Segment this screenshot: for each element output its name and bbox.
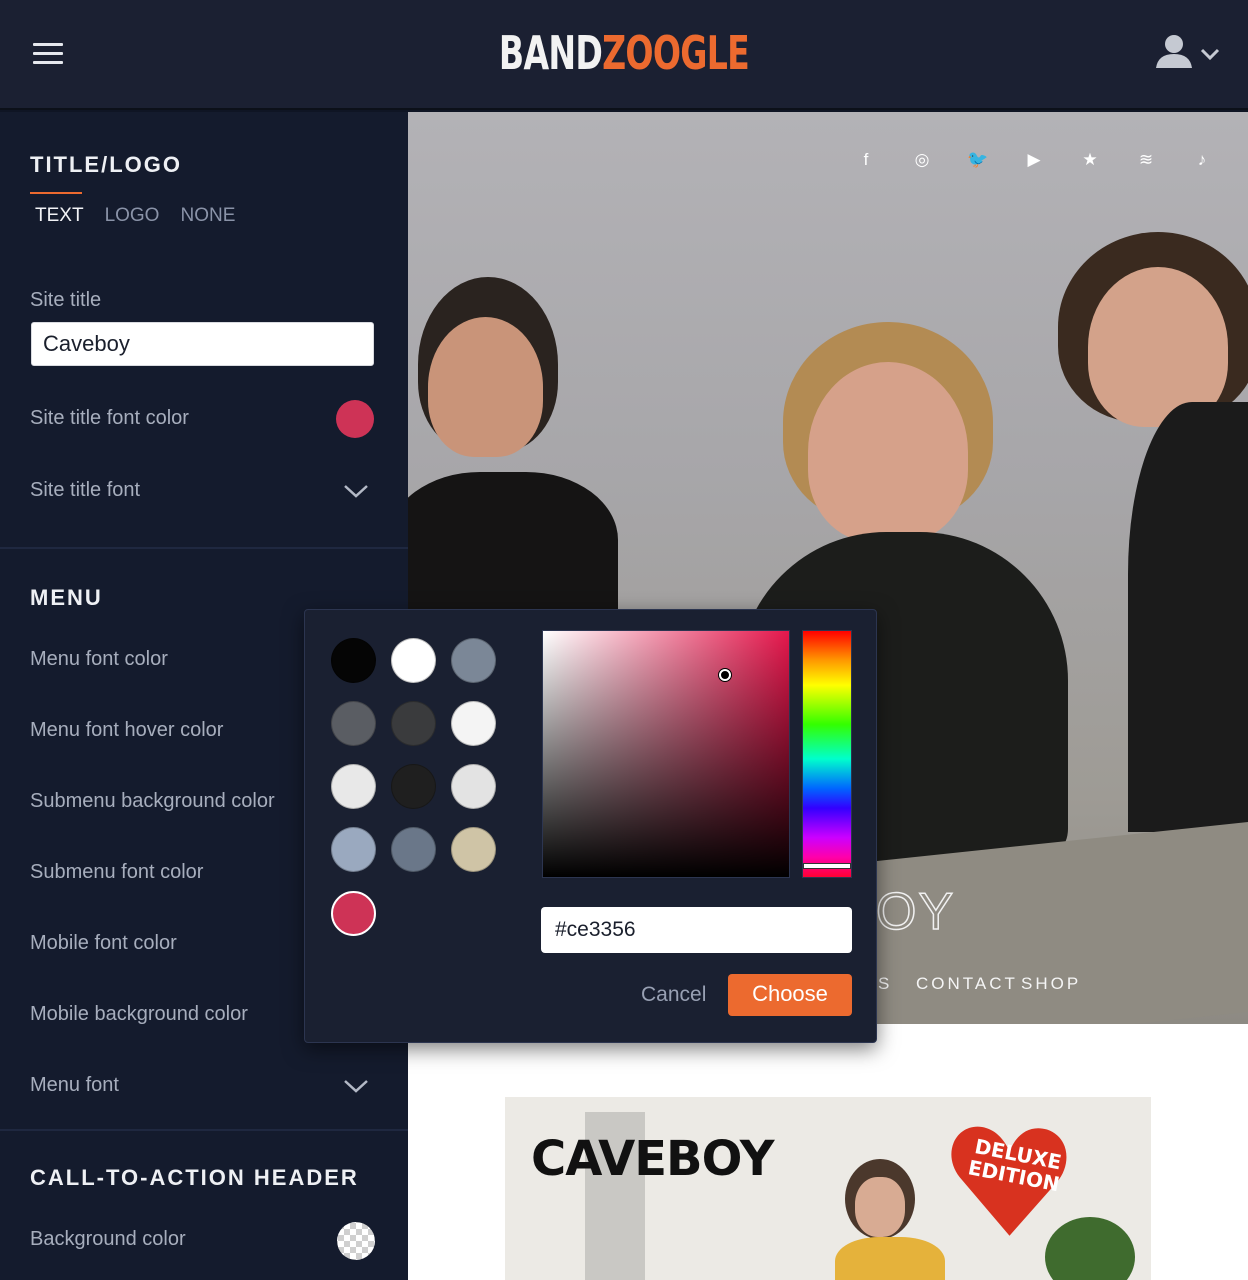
swatch-slate[interactable]: [451, 638, 496, 683]
brand-logo: BANDZOOGLE: [175, 26, 1074, 80]
site-title-font-color-label: Site title font color: [30, 407, 189, 429]
album-title: CAVEBOY: [531, 1131, 774, 1187]
album-cover[interactable]: CAVEBOY DELUXE EDITION: [505, 1097, 1151, 1280]
choose-button[interactable]: Choose: [728, 974, 852, 1016]
social-links: f ◎ 🐦 ▶ ★ ≋ ♪: [838, 150, 1230, 170]
band-member-face: [808, 362, 968, 542]
preview-site-title: OY: [875, 882, 956, 942]
chevron-down-icon: [1200, 48, 1220, 61]
color-picker-popup: #ce3356 Cancel Choose: [304, 609, 877, 1043]
tab-none[interactable]: NONE: [180, 205, 246, 227]
brand-logo-part1: BAND: [498, 26, 603, 80]
music-note-icon[interactable]: ♪: [1174, 150, 1230, 170]
swatch-dark-gray[interactable]: [391, 701, 436, 746]
swatch-gray[interactable]: [331, 701, 376, 746]
brand-logo-part2: ZOOGLE: [602, 26, 750, 80]
chevron-down-icon[interactable]: [343, 1078, 369, 1094]
swatch-light-gray[interactable]: [331, 764, 376, 809]
album-person-face: [855, 1177, 905, 1237]
tab-logo[interactable]: LOGO: [105, 205, 171, 227]
cancel-button[interactable]: Cancel: [641, 983, 706, 1007]
instagram-icon[interactable]: ◎: [894, 150, 950, 170]
title-logo-tabs: TEXT LOGO NONE: [30, 192, 256, 227]
cta-header-heading: CALL-TO-ACTION HEADER: [30, 1165, 359, 1190]
facebook-icon[interactable]: f: [838, 150, 894, 170]
preview-nav-shop[interactable]: SHOP: [1021, 974, 1081, 994]
user-icon: [1156, 35, 1220, 68]
chevron-down-icon[interactable]: [343, 483, 369, 499]
youtube-icon[interactable]: ▶: [1006, 150, 1062, 170]
menu-heading: MENU: [30, 585, 103, 610]
band-member-face: [428, 317, 543, 457]
site-title-font-label: Site title font: [30, 479, 141, 501]
preview-nav-item-partial[interactable]: S: [878, 974, 892, 994]
mobile-font-color-label: Mobile font color: [30, 932, 177, 954]
star-icon[interactable]: ★: [1062, 150, 1118, 170]
site-title-color-swatch[interactable]: [336, 400, 374, 438]
preview-nav-contact[interactable]: CONTACT: [916, 974, 1018, 994]
menu-font-color-label: Menu font color: [30, 648, 168, 670]
menu-font-hover-color-label: Menu font hover color: [30, 719, 224, 741]
swatch-beige[interactable]: [451, 827, 496, 872]
tab-text[interactable]: TEXT: [30, 192, 95, 227]
swatch-selected-crimson[interactable]: [331, 891, 376, 936]
swatch-light-blue-gray[interactable]: [331, 827, 376, 872]
twitter-icon[interactable]: 🐦: [950, 150, 1006, 170]
swatch-black[interactable]: [331, 638, 376, 683]
swatch-blue-gray[interactable]: [391, 827, 436, 872]
mobile-background-color-label: Mobile background color: [30, 1003, 248, 1025]
swatch-off-white[interactable]: [451, 701, 496, 746]
swatch-white[interactable]: [391, 638, 436, 683]
spotify-icon[interactable]: ≋: [1118, 150, 1174, 170]
site-title-label: Site title: [30, 289, 102, 311]
color-cursor[interactable]: [719, 669, 731, 681]
section-divider: [0, 1129, 408, 1131]
user-menu[interactable]: [1154, 32, 1230, 72]
submenu-font-color-label: Submenu font color: [30, 861, 204, 883]
section-divider: [0, 547, 408, 549]
saturation-value-area[interactable]: [542, 630, 790, 878]
submenu-background-color-label: Submenu background color: [30, 790, 275, 812]
menu-font-label: Menu font: [30, 1074, 119, 1096]
swatch-silver[interactable]: [451, 764, 496, 809]
hex-color-input[interactable]: #ce3356: [541, 907, 852, 953]
album-person-shirt: [835, 1237, 945, 1280]
top-bar: BANDZOOGLE: [0, 0, 1248, 110]
title-logo-heading: TITLE/LOGO: [30, 152, 182, 177]
cta-background-color-label: Background color: [30, 1228, 186, 1250]
hue-slider[interactable]: [802, 630, 852, 878]
hamburger-icon[interactable]: [33, 43, 63, 65]
cta-background-color-swatch[interactable]: [337, 1222, 375, 1260]
hue-slider-handle[interactable]: [803, 863, 851, 869]
band-member-body: [1128, 402, 1248, 832]
swatch-near-black[interactable]: [391, 764, 436, 809]
site-title-input[interactable]: Caveboy: [31, 322, 374, 366]
